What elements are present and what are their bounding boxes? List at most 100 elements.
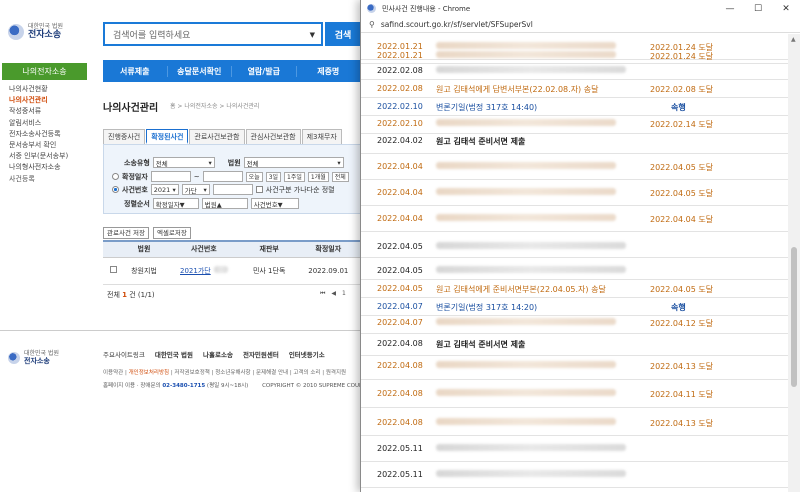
header-case-no[interactable]: 사건번호 — [164, 240, 243, 258]
case-year-select[interactable]: 2021 ▾ — [150, 184, 179, 195]
tab-completed-storage[interactable]: 관료사건보관함 — [189, 129, 245, 144]
row-result: 2022.02.08 도달 — [650, 85, 714, 94]
nav-item[interactable]: 송달문서확인 — [168, 65, 232, 77]
progress-row: 2022.04.05 — [361, 262, 789, 280]
redacted-bar — [436, 361, 616, 368]
table-header-row: 법원 사건번호 재판부 확정일자 — [103, 240, 361, 258]
sidebar-header[interactable]: 나의전자소송 — [2, 63, 87, 80]
court-emblem-icon — [8, 24, 24, 41]
sidebar-item[interactable]: 작성중서류 — [9, 106, 89, 117]
sidebar-item[interactable]: 서증 인부(문서송부) — [9, 151, 89, 162]
sidebar-item[interactable]: 전자소송사건등록 — [9, 129, 89, 140]
footer-link[interactable]: 인터넷등기소 — [289, 349, 325, 359]
row-checkbox[interactable] — [109, 266, 117, 273]
scrollbar-thumb[interactable] — [791, 247, 797, 387]
progress-row: 2022.04.02 원고 김태석 준비서면 제출 — [361, 128, 789, 154]
sidebar-item[interactable]: 나의사건현황 — [9, 84, 89, 95]
total-count: 전체 1 건 (1/1) — [107, 290, 155, 300]
tab-confirmed[interactable]: 확정된사건 — [146, 129, 189, 144]
address-bar[interactable]: ⚲ safind.scourt.go.kr/sf/servlet/SFSuper… — [361, 17, 800, 33]
case-number-input[interactable] — [212, 184, 253, 195]
order-label: 정렬순서 — [124, 199, 150, 208]
breadcrumb: 홈 > 나의전자소송 > 나의사건관리 — [170, 103, 260, 110]
window-titlebar[interactable]: 민사사건 진행내용 - Chrome — ☐ ✕ — [361, 0, 800, 17]
search-button[interactable]: 검색 — [325, 22, 361, 46]
row-date: 2022.04.02 — [377, 136, 423, 145]
sidebar-item[interactable]: 문서송부서 확인 — [9, 140, 89, 151]
header-dept[interactable]: 재판부 — [242, 240, 296, 258]
date-btn-1week[interactable]: 1주일 — [284, 171, 305, 182]
date-btn-3days[interactable]: 3일 — [265, 171, 282, 182]
progress-row: 2022.04.04 2022.04.05 도달 — [361, 180, 789, 206]
header-date[interactable]: 확정일자 — [295, 240, 361, 258]
type-select[interactable]: 전체 ▾ — [152, 157, 215, 168]
footer-link[interactable]: 나홀로소송 — [203, 349, 233, 359]
case-kind-select[interactable]: 가단 ▾ — [181, 184, 210, 195]
order-select-1[interactable]: 확정일자▼ — [152, 198, 199, 209]
progress-row: 2022.05.11 — [361, 462, 789, 488]
first-page-icon[interactable]: ⏮ — [320, 290, 325, 298]
nav-item[interactable]: 제증명 — [297, 65, 361, 77]
sidebar-item[interactable]: 알림서비스 — [9, 118, 89, 129]
nav-item[interactable]: 서류제출 — [103, 65, 168, 77]
date-radio[interactable] — [112, 173, 119, 180]
case-number-link[interactable]: 2021가단 — [180, 267, 211, 275]
caret-down-icon[interactable]: ▼ — [310, 31, 315, 39]
nav-item[interactable]: 열람/발급 — [232, 65, 297, 77]
scrollbar[interactable]: ▲ — [788, 34, 800, 492]
chevron-down-icon: ▾ — [172, 185, 176, 194]
row-result: 2022.04.12 도달 — [650, 319, 714, 328]
case-radio[interactable] — [112, 186, 119, 193]
tab-in-progress[interactable]: 진행중사건 — [103, 129, 146, 144]
court-label: 법원 — [227, 158, 241, 167]
redacted-text — [436, 119, 616, 128]
row-date: 2022.02.08 — [377, 84, 423, 93]
date-to-input[interactable] — [202, 171, 243, 182]
search-input[interactable]: 검색어를 입력하세요 ▼ — [103, 22, 323, 46]
prev-page-icon[interactable]: ◀ — [331, 290, 336, 298]
scroll-up-icon[interactable]: ▲ — [791, 36, 796, 43]
close-icon[interactable]: ✕ — [772, 0, 800, 17]
case-table: 법원 사건번호 재판부 확정일자 창원지법 2021가단 민사 1단독 2022… — [103, 240, 361, 285]
header-checkbox-cell — [103, 240, 123, 258]
footer-policy-b[interactable]: | 저작권보호정책 | 청소년유해사항 | 문제해결 안내 | 고객의 소리 |… — [169, 370, 346, 376]
footer-link[interactable]: 전자민원센터 — [243, 349, 279, 359]
table-row: 창원지법 2021가단 민사 1단독 2022.09.01 — [103, 257, 361, 285]
progress-row: 2022.04.07 2022.04.12 도달 — [361, 312, 789, 334]
progress-row: 2022.04.08 2022.04.13 도달 — [361, 352, 789, 380]
action-buttons: 관료사건 저장 엑셀로저장 — [103, 227, 191, 239]
court-select[interactable]: 전체 ▾ — [243, 157, 344, 168]
tab-third-debtor[interactable]: 제3채무자 — [301, 129, 342, 144]
site-logo[interactable]: 대한민국 법원 전자소송 — [8, 23, 63, 41]
order-select-2[interactable]: 법원▲ — [201, 198, 248, 209]
order2: 법원▲ — [204, 200, 222, 209]
page-title: 나의사건관리 — [103, 103, 159, 114]
minimize-icon[interactable]: — — [716, 0, 744, 17]
save-completed-button[interactable]: 관료사건 저장 — [103, 227, 149, 239]
date-btn-all[interactable]: 전체 — [331, 171, 349, 182]
progress-row: 2022.04.05 — [361, 236, 789, 258]
date-btn-1month[interactable]: 1개월 — [307, 171, 329, 182]
date-btn-today[interactable]: 오늘 — [245, 171, 263, 182]
page-number[interactable]: 1 — [342, 290, 346, 298]
site-info-icon[interactable]: ⚲ — [369, 20, 375, 29]
order1: 확정일자▼ — [155, 200, 185, 209]
header-court[interactable]: 법원 — [123, 240, 165, 258]
date-from-input[interactable] — [150, 171, 191, 182]
footer-policy-a[interactable]: 이용약관 | — [103, 370, 129, 376]
tab-interest-storage[interactable]: 관심사건보관함 — [245, 129, 301, 144]
sidebar-item-active[interactable]: 나의사건관리 — [9, 95, 89, 106]
sidebar-item[interactable]: 사건등록 — [9, 174, 89, 185]
order-select-3[interactable]: 사건번호▼ — [250, 198, 299, 209]
redacted-bar — [436, 389, 616, 396]
date-separator: ~ — [193, 172, 200, 181]
privacy-policy-link[interactable]: 개인정보처리방침 — [129, 370, 169, 376]
sidebar-item[interactable]: 나의형사전자소송 — [9, 162, 89, 173]
footer-link[interactable]: 대한민국 법원 — [155, 349, 193, 359]
maximize-icon[interactable]: ☐ — [744, 0, 772, 17]
sort-checkbox[interactable] — [255, 186, 263, 193]
excel-save-button[interactable]: 엑셀로저장 — [152, 227, 191, 239]
redacted-text — [436, 444, 626, 453]
footer-link: 주요사이트링크 — [103, 351, 145, 359]
row-date: 2022.04.04 — [377, 188, 423, 197]
